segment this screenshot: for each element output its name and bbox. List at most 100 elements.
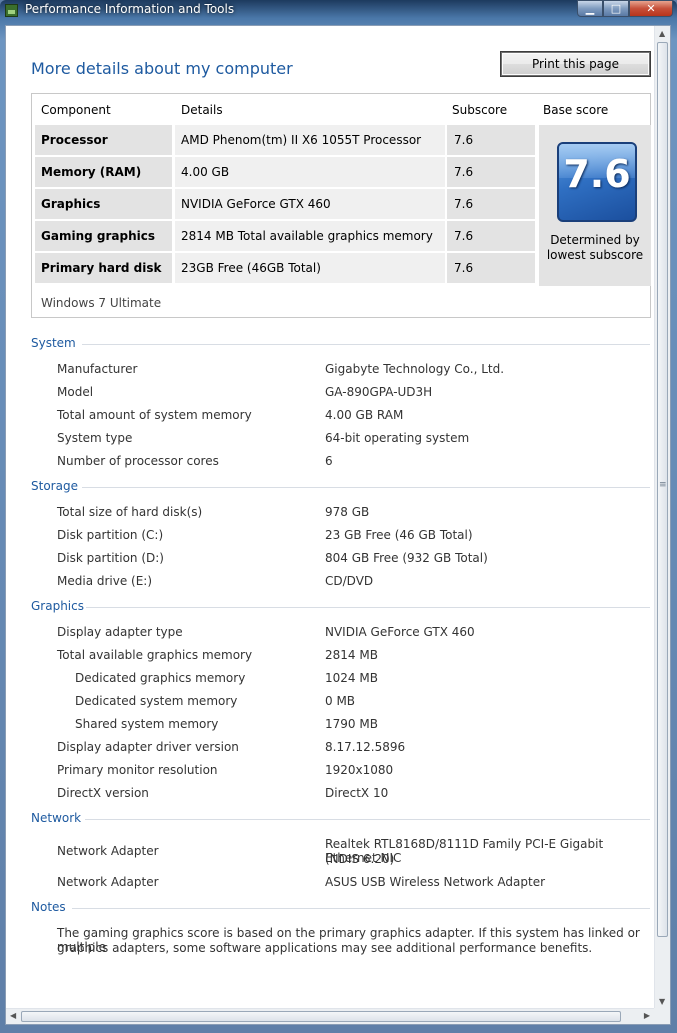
graphics-label: Display adapter type [57, 625, 183, 639]
notes-text-line2: graphics adapters, some software applica… [57, 941, 593, 955]
page-heading: More details about my computer [31, 59, 293, 78]
system-value: GA-890GPA-UD3H [325, 385, 433, 399]
vertical-scrollbar[interactable]: ▲ ≡ ▼ [654, 26, 670, 1009]
determined-line1: Determined by [550, 233, 640, 247]
graphics-label: Total available graphics memory [57, 648, 253, 662]
graphics-value: 8.17.12.5896 [325, 740, 406, 754]
network-label: Network Adapter [57, 844, 159, 858]
table-row: Primary hard disk 23GB Free (46GB Total)… [35, 253, 563, 283]
system-value: 4.00 GB RAM [325, 408, 404, 422]
system-label: Manufacturer [57, 362, 138, 376]
client-area: More details about my computer Print thi… [5, 25, 671, 1025]
close-button[interactable]: ✕ [629, 0, 673, 17]
header-subscore: Subscore [452, 103, 508, 117]
graphics-value: 2814 MB [325, 648, 378, 662]
section-divider [82, 487, 650, 488]
graphics-label: Primary monitor resolution [57, 763, 218, 777]
scroll-up-icon[interactable]: ▲ [659, 29, 665, 38]
storage-label: Disk partition (C:) [57, 528, 164, 542]
horizontal-scrollbar[interactable]: ◀ ▶ [6, 1008, 654, 1024]
graphics-value: 1790 MB [325, 717, 378, 731]
system-label: Number of processor cores [57, 454, 219, 468]
row-details: 23GB Free (46GB Total) [175, 253, 445, 283]
system-value: Gigabyte Technology Co., Ltd. [325, 362, 505, 376]
network-value-cont: (NDIS 6.20) [325, 852, 395, 866]
maximize-button[interactable]: □ [603, 0, 629, 17]
graphics-label: Dedicated graphics memory [75, 671, 246, 685]
row-subscore: 7.6 [447, 221, 535, 251]
caption-buttons: ▁ □ ✕ [577, 0, 673, 18]
row-details: 2814 MB Total available graphics memory [175, 221, 445, 251]
row-component: Gaming graphics [35, 221, 172, 251]
section-divider [72, 908, 650, 909]
window-title: Performance Information and Tools [25, 2, 235, 16]
row-subscore: 7.6 [447, 253, 535, 283]
table-row: Graphics NVIDIA GeForce GTX 460 7.6 [35, 189, 563, 219]
graphics-value: DirectX 10 [325, 786, 389, 800]
network-label: Network Adapter [57, 875, 159, 889]
storage-value: 804 GB Free (932 GB Total) [325, 551, 488, 565]
row-details: NVIDIA GeForce GTX 460 [175, 189, 445, 219]
row-subscore: 7.6 [447, 125, 535, 155]
storage-value: CD/DVD [325, 574, 374, 588]
storage-value: 978 GB [325, 505, 370, 519]
storage-label: Disk partition (D:) [57, 551, 164, 565]
row-component: Graphics [35, 189, 172, 219]
table-row: Processor AMD Phenom(tm) II X6 1055T Pro… [35, 125, 563, 155]
determined-by-text: Determined by lowest subscore [539, 233, 651, 263]
graphics-value: 0 MB [325, 694, 356, 708]
performance-app-icon [5, 4, 18, 17]
determined-line2: lowest subscore [546, 248, 644, 262]
graphics-label: Dedicated system memory [75, 694, 238, 708]
table-row: Gaming graphics 2814 MB Total available … [35, 221, 563, 251]
minimize-icon: ▁ [585, 2, 595, 15]
content-pane: More details about my computer Print thi… [6, 26, 654, 1009]
section-storage-title: Storage [31, 479, 78, 493]
system-value: 6 [325, 454, 333, 468]
graphics-label: Shared system memory [75, 717, 219, 731]
base-score-value: 7.6 [563, 152, 631, 196]
vertical-scroll-thumb[interactable]: ≡ [657, 42, 668, 937]
row-component: Processor [35, 125, 172, 155]
system-value: 64-bit operating system [325, 431, 470, 445]
base-score-badge-icon: 7.6 [557, 142, 637, 222]
scroll-corner [654, 1008, 670, 1024]
score-table: Component Details Subscore Base score Pr… [31, 93, 651, 318]
system-label: Model [57, 385, 94, 399]
base-score-panel: 7.6 Determined by lowest subscore [539, 125, 651, 286]
system-label: System type [57, 431, 133, 445]
header-component: Component [41, 103, 111, 117]
storage-label: Total size of hard disk(s) [57, 505, 203, 519]
close-icon: ✕ [646, 2, 656, 15]
graphics-label: DirectX version [57, 786, 149, 800]
row-component: Primary hard disk [35, 253, 172, 283]
scroll-right-icon[interactable]: ▶ [644, 1011, 650, 1020]
system-label: Total amount of system memory [57, 408, 252, 422]
horizontal-scroll-thumb[interactable] [21, 1011, 621, 1022]
header-base-score: Base score [543, 103, 609, 117]
storage-label: Media drive (E:) [57, 574, 153, 588]
graphics-value: NVIDIA GeForce GTX 460 [325, 625, 475, 639]
print-page-button[interactable]: Print this page [500, 51, 651, 77]
maximize-icon: □ [610, 2, 622, 15]
section-divider [82, 344, 650, 345]
scroll-left-icon[interactable]: ◀ [10, 1011, 16, 1020]
table-row: Memory (RAM) 4.00 GB 7.6 [35, 157, 563, 187]
graphics-value: 1024 MB [325, 671, 378, 685]
section-graphics-title: Graphics [31, 599, 84, 613]
section-divider [86, 607, 650, 608]
graphics-label: Display adapter driver version [57, 740, 239, 754]
network-value: ASUS USB Wireless Network Adapter [325, 875, 546, 889]
row-details: AMD Phenom(tm) II X6 1055T Processor [175, 125, 445, 155]
graphics-value: 1920x1080 [325, 763, 394, 777]
section-network-title: Network [31, 811, 82, 825]
section-system-title: System [31, 336, 76, 350]
row-subscore: 7.6 [447, 189, 535, 219]
grip-icon: ≡ [659, 480, 667, 490]
scroll-down-icon[interactable]: ▼ [659, 997, 665, 1006]
section-notes-title: Notes [31, 900, 66, 914]
title-bar[interactable]: Performance Information and Tools ▁ □ ✕ [0, 0, 677, 22]
row-component: Memory (RAM) [35, 157, 172, 187]
header-details: Details [181, 103, 223, 117]
minimize-button[interactable]: ▁ [577, 0, 603, 17]
